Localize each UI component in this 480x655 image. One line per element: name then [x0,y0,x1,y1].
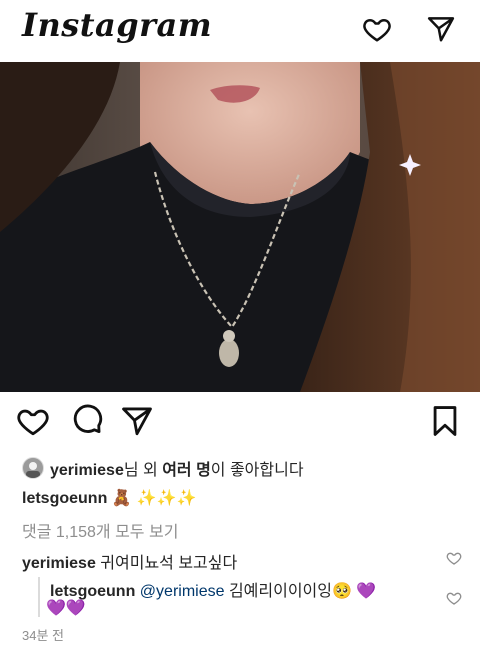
instagram-logo[interactable]: Instagram [22,6,212,44]
paper-plane-icon[interactable] [426,14,456,44]
likes-username[interactable]: yerimiese [50,462,124,479]
timestamp: 34분 전 [22,628,64,643]
likes-text-end: 이 좋아합니다 [210,462,304,479]
likes-line: yerimiese님 외 여러 명이 좋아합니다 [22,456,464,480]
heart-icon[interactable] [16,404,50,438]
comment-username[interactable]: yerimiese [22,555,96,572]
comment-icon[interactable] [70,404,104,438]
bookmark-icon[interactable] [428,404,462,438]
caption-username[interactable]: letsgoeunn [22,490,107,507]
post-photo[interactable] [0,62,480,392]
reply-emoji-line: 💜💜 [46,598,86,617]
caption-emojis: 🧸 ✨✨✨ [111,488,197,507]
top-bar: Instagram [0,0,480,58]
comment-like-icon[interactable] [446,550,462,566]
likes-text: 님 외 [123,462,163,479]
reply-thread-line [38,577,40,617]
comment-text: 귀여미뇨석 보고싶다 [100,555,238,572]
avatar[interactable] [22,457,44,479]
reply-like-icon[interactable] [446,590,462,606]
view-all-comments-link[interactable]: 댓글 1,158개 모두 보기 [22,518,464,542]
heart-icon[interactable] [362,14,392,44]
share-icon[interactable] [120,404,154,438]
caption: letsgoeunn 🧸 ✨✨✨ [22,488,464,508]
comment-row: yerimiese 귀여미뇨석 보고싶다 [22,549,464,573]
post-actions [0,404,480,444]
likes-count[interactable]: 여러 명 [162,462,211,479]
